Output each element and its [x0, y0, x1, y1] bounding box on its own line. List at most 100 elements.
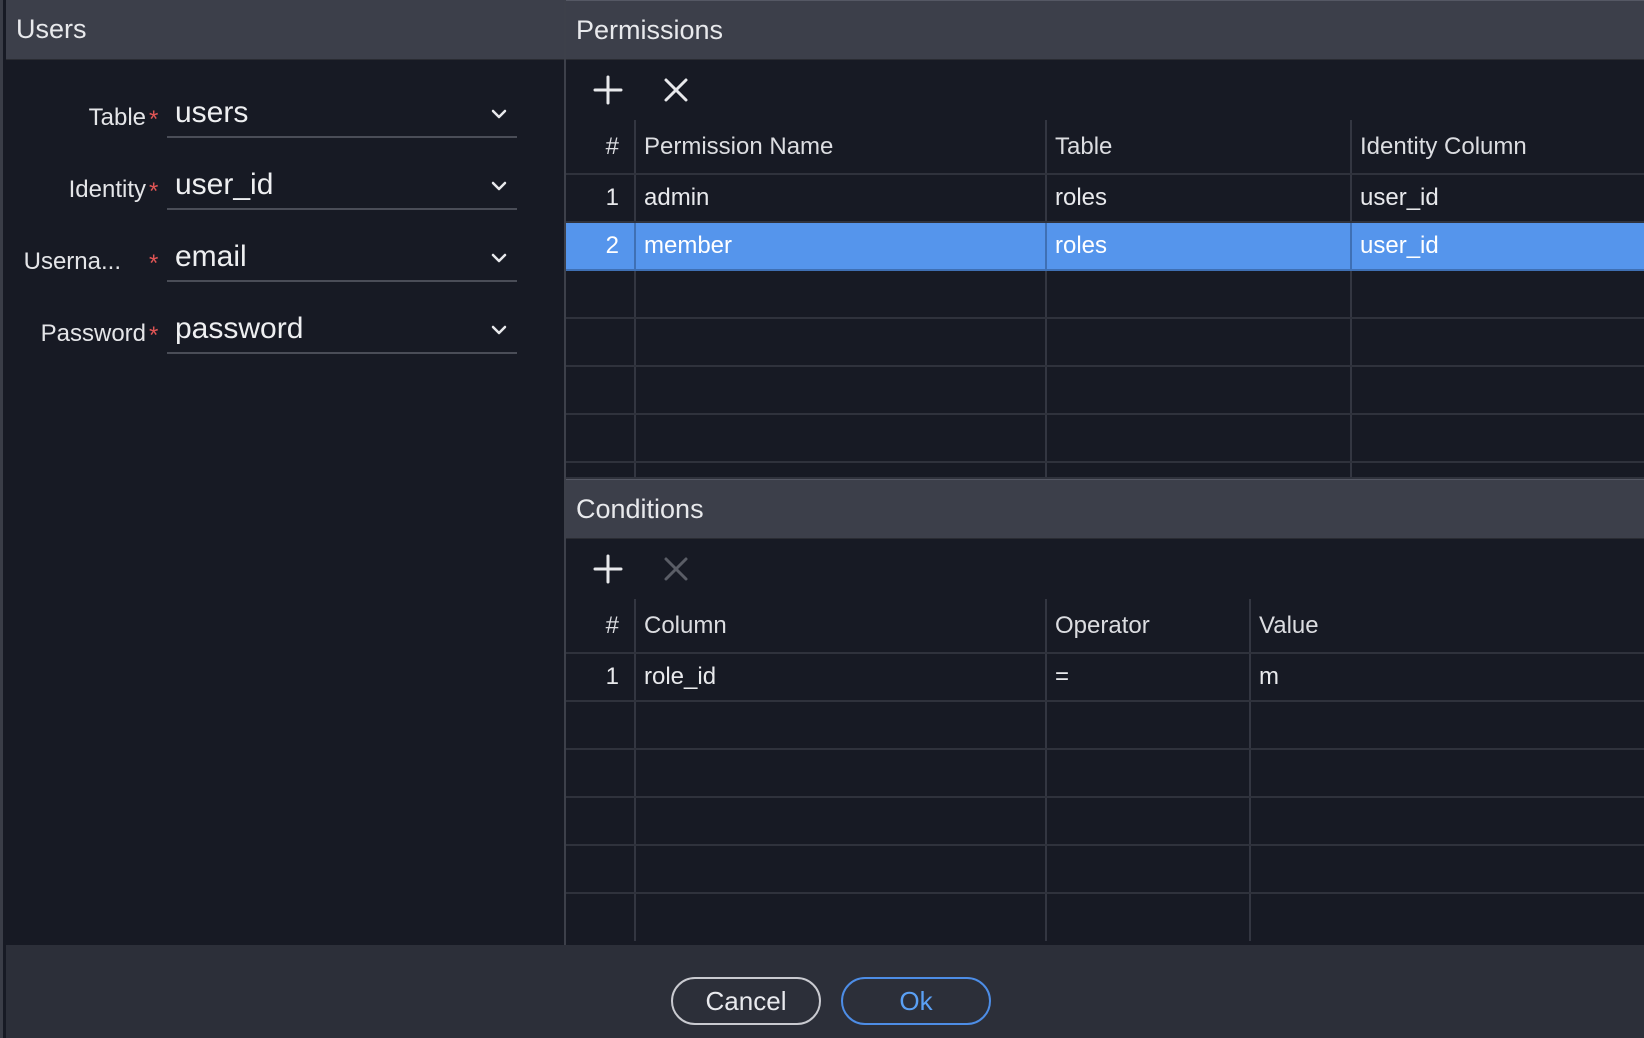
- table-cell[interactable]: roles: [1046, 174, 1352, 223]
- permission-name-cell[interactable]: member: [635, 222, 1047, 271]
- required-marker: *: [149, 178, 159, 205]
- empty-cell: [1046, 462, 1352, 479]
- row-number: 1: [566, 653, 636, 702]
- column-header[interactable]: Permission Name: [635, 120, 1047, 175]
- permissions-dialog: Users Table * users Identity * user_id U…: [0, 0, 1644, 1038]
- permissions-table: # Permission Name Table Identity Column …: [566, 120, 1644, 479]
- empty-cell: [635, 414, 1047, 463]
- table-select-value: users: [175, 96, 249, 129]
- empty-row[interactable]: [566, 845, 1644, 894]
- value-cell[interactable]: m: [1250, 653, 1644, 702]
- identity-select-value: user_id: [175, 168, 274, 201]
- identity-field-row: Identity * user_id: [6, 164, 566, 220]
- empty-cell: [635, 462, 1047, 479]
- identity-column-cell[interactable]: user_id: [1351, 222, 1644, 271]
- table-row[interactable]: 1 admin roles user_id: [566, 174, 1644, 223]
- empty-cell: [1351, 462, 1644, 479]
- empty-cell: [1046, 749, 1251, 798]
- empty-row[interactable]: [566, 270, 1644, 319]
- empty-cell: [635, 270, 1047, 319]
- empty-cell: [1046, 414, 1352, 463]
- table-field-label: Table: [88, 104, 146, 131]
- empty-cell: [1046, 701, 1251, 750]
- close-icon[interactable]: [658, 551, 694, 587]
- empty-cell: [1250, 797, 1644, 846]
- conditions-header-row: # Column Operator Value: [566, 599, 1644, 654]
- column-header[interactable]: #: [566, 120, 636, 175]
- empty-row[interactable]: [566, 318, 1644, 367]
- chevron-down-icon: [491, 325, 507, 335]
- empty-cell: [635, 318, 1047, 367]
- required-marker: *: [149, 250, 159, 277]
- empty-cell: [566, 701, 636, 750]
- empty-cell: [566, 749, 636, 798]
- close-icon[interactable]: [658, 72, 694, 108]
- operator-cell[interactable]: =: [1046, 653, 1251, 702]
- identity-field-label: Identity: [68, 176, 146, 203]
- empty-cell: [566, 318, 636, 367]
- password-field-row: Password * password: [6, 308, 566, 364]
- empty-row[interactable]: [566, 749, 1644, 798]
- empty-row[interactable]: [566, 414, 1644, 463]
- conditions-panel-title: Conditions: [566, 479, 1644, 539]
- column-header[interactable]: Operator: [1046, 599, 1251, 654]
- plus-icon[interactable]: [590, 551, 626, 587]
- empty-cell: [1351, 318, 1644, 367]
- cancel-button[interactable]: Cancel: [671, 977, 821, 1025]
- empty-cell: [1046, 366, 1352, 415]
- table-cell[interactable]: roles: [1046, 222, 1352, 271]
- permission-name-cell[interactable]: admin: [635, 174, 1047, 223]
- empty-cell: [1250, 845, 1644, 894]
- permissions-panel-title: Permissions: [566, 0, 1644, 60]
- empty-cell: [635, 797, 1047, 846]
- username-field-label: Userna...: [23, 248, 121, 275]
- empty-cell: [566, 366, 636, 415]
- empty-cell: [566, 270, 636, 319]
- empty-cell: [1046, 845, 1251, 894]
- empty-cell: [566, 893, 636, 941]
- empty-cell: [1046, 318, 1352, 367]
- empty-cell: [635, 893, 1047, 941]
- column-header[interactable]: Table: [1046, 120, 1352, 175]
- table-field-row: Table * users: [6, 92, 566, 148]
- column-header[interactable]: Identity Column: [1351, 120, 1644, 175]
- empty-row[interactable]: [566, 701, 1644, 750]
- empty-cell: [635, 845, 1047, 894]
- empty-cell: [1351, 414, 1644, 463]
- column-header[interactable]: #: [566, 599, 636, 654]
- username-field-row: Userna... * email: [6, 236, 566, 292]
- password-select-value: password: [175, 312, 304, 345]
- table-row-selected[interactable]: 2 member roles user_id: [566, 222, 1644, 271]
- column-header[interactable]: Column: [635, 599, 1047, 654]
- empty-cell: [635, 701, 1047, 750]
- empty-cell: [566, 414, 636, 463]
- empty-cell: [1250, 749, 1644, 798]
- empty-cell: [635, 749, 1047, 798]
- table-select[interactable]: users: [167, 92, 517, 138]
- column-cell[interactable]: role_id: [635, 653, 1047, 702]
- empty-row[interactable]: [566, 797, 1644, 846]
- chevron-down-icon: [491, 109, 507, 119]
- empty-row[interactable]: [566, 366, 1644, 415]
- identity-select[interactable]: user_id: [167, 164, 517, 210]
- password-field-label: Password: [40, 320, 146, 347]
- permissions-toolbar: [566, 60, 1644, 120]
- plus-icon[interactable]: [590, 72, 626, 108]
- column-header[interactable]: Value: [1250, 599, 1644, 654]
- empty-cell: [1046, 797, 1251, 846]
- empty-cell: [566, 845, 636, 894]
- password-select[interactable]: password: [167, 308, 517, 354]
- table-row[interactable]: 1 role_id = m: [566, 653, 1644, 702]
- username-select-value: email: [175, 240, 247, 273]
- required-marker: *: [149, 322, 159, 349]
- ok-button[interactable]: Ok: [841, 977, 991, 1025]
- row-number: 1: [566, 174, 636, 223]
- users-panel: Users Table * users Identity * user_id U…: [6, 0, 566, 945]
- empty-row[interactable]: [566, 893, 1644, 941]
- identity-column-cell[interactable]: user_id: [1351, 174, 1644, 223]
- username-select[interactable]: email: [167, 236, 517, 282]
- conditions-toolbar: [566, 539, 1644, 599]
- empty-row[interactable]: [566, 462, 1644, 479]
- empty-cell: [566, 797, 636, 846]
- permissions-conditions-panel: Permissions # Permission Name Table Iden…: [566, 0, 1644, 945]
